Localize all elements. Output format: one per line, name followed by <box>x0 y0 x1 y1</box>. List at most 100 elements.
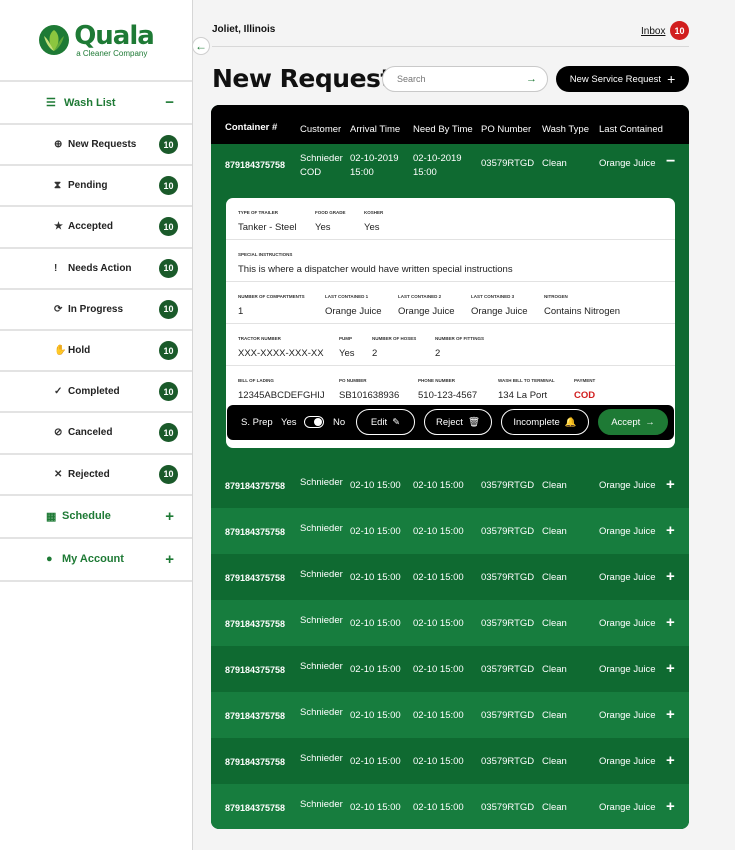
trash-icon: 🗑 <box>467 416 480 428</box>
po-number-value: SB101638936 <box>339 390 400 401</box>
table-row[interactable]: 879184375758 Schnieder 02-10 15:00 02-10 15… <box>211 646 689 692</box>
sidebar-item-rejected[interactable]: ✕ Rejected 10 <box>0 455 192 496</box>
s-prep-toggle[interactable] <box>304 416 324 428</box>
nitrogen-value: Contains Nitrogen <box>544 306 621 317</box>
detail-section-billing: Bill of Lading 12345ABCDEFGHIJ PO Number… <box>226 366 675 408</box>
expand-row-plus-icon[interactable]: + <box>666 568 675 585</box>
collapse-minus-icon[interactable]: − <box>165 94 174 111</box>
expand-row-plus-icon[interactable]: + <box>666 614 675 631</box>
last-contained-cell: Orange Juice <box>599 572 656 583</box>
collapse-row-minus-icon[interactable]: − <box>666 153 675 171</box>
count-badge: 10 <box>159 135 178 155</box>
payment-value: COD <box>574 390 596 401</box>
column-header-wash-type[interactable]: Wash Type <box>542 124 589 135</box>
fittings-value: 2 <box>435 348 441 359</box>
page-title: New Requests <box>212 64 407 93</box>
wash-type-cell: Clean <box>542 526 567 537</box>
compartments-label: Number of Compartments <box>238 294 305 299</box>
expand-row-plus-icon[interactable]: + <box>666 706 675 723</box>
sidebar-item-new-requests[interactable]: ⊕ New Requests 10 <box>0 125 192 167</box>
table-row[interactable]: 879184375758 Schnieder 02-10 15:00 02-10 15… <box>211 738 689 784</box>
search-input[interactable] <box>397 74 526 84</box>
last-contained-cell: Orange Juice <box>599 756 656 767</box>
column-header-container[interactable]: Container # <box>225 122 277 133</box>
s-prep-no-label: No <box>333 417 346 428</box>
need-by-time-cell: 02-10 15:00 <box>413 572 464 583</box>
count-badge: 10 <box>159 217 178 237</box>
inbox-link[interactable]: Inbox <box>641 26 665 37</box>
container-number-cell: 879184375758 <box>225 573 286 583</box>
customer-cell: Schnieder <box>300 477 343 488</box>
phone-number-value: 510-123-4567 <box>418 390 478 401</box>
sidebar-item-needs-action[interactable]: ! Needs Action 10 <box>0 249 192 290</box>
edit-button[interactable]: Edit ✎ <box>356 409 415 435</box>
last-contained-2-value: Orange Juice <box>398 306 455 317</box>
expand-row-plus-icon[interactable]: + <box>666 476 675 493</box>
incomplete-label: Incomplete <box>513 416 560 428</box>
new-service-request-button[interactable]: New Service Request + <box>556 66 689 92</box>
nav-wash-list[interactable]: ☰ Wash List − <box>0 82 192 125</box>
table-row[interactable]: 879184375758 Schnieder 02-10 15:00 02-10 15… <box>211 692 689 738</box>
column-header-need-by[interactable]: Need By Time <box>413 124 473 135</box>
sidebar-item-pending[interactable]: ⧗ Pending 10 <box>0 166 192 208</box>
count-badge: 10 <box>159 464 178 484</box>
table-row[interactable]: 879184375758 Schnieder 02-10 15:00 02-10 15… <box>211 784 689 829</box>
expand-row-plus-icon[interactable]: + <box>666 522 675 539</box>
reject-button[interactable]: Reject 🗑 <box>424 409 492 435</box>
sidebar-item-label: In Progress <box>68 303 124 315</box>
need-by-time-cell: 02-10 15:00 <box>413 480 464 491</box>
hand-icon: ✋ <box>54 345 67 357</box>
accept-button[interactable]: Accept → <box>598 409 668 435</box>
wash-bill-terminal-label: Wash Bill to Terminal <box>498 378 555 383</box>
wash-type-cell: Clean <box>542 572 567 583</box>
kosher-label: Kosher <box>364 210 384 215</box>
arrival-time-cell: 02-10 15:00 <box>350 480 401 491</box>
incomplete-button[interactable]: Incomplete 🔔 <box>501 409 589 435</box>
container-number-cell: 879184375758 <box>225 757 286 767</box>
bill-of-lading-value: 12345ABCDEFGHIJ <box>238 390 325 401</box>
po-number-cell: 03579RTGD <box>481 756 535 767</box>
table-row[interactable]: 879184375758 Schnieder 02-10 15:00 02-10 15… <box>211 508 689 554</box>
expanded-row[interactable]: 879184375758 Schnieder COD 02-10-2019 15… <box>211 144 689 462</box>
table-row[interactable]: 879184375758 Schnieder 02-10 15:00 02-10 15… <box>211 554 689 600</box>
detail-section-trailer: Type of Trailer Tanker - Steel Food Grad… <box>226 198 675 240</box>
expand-plus-icon[interactable]: + <box>165 508 174 525</box>
wash-type-cell: Clean <box>542 756 567 767</box>
last-contained-cell: Orange Juice <box>599 802 656 813</box>
sidebar-item-completed[interactable]: ✓ Completed 10 <box>0 372 192 414</box>
sidebar-item-in-progress[interactable]: ⟳ In Progress 10 <box>0 290 192 331</box>
column-header-arrival[interactable]: Arrival Time <box>350 124 400 135</box>
count-badge: 10 <box>159 176 178 196</box>
expand-row-plus-icon[interactable]: + <box>666 660 675 677</box>
sidebar-item-canceled[interactable]: ⊘ Canceled 10 <box>0 413 192 455</box>
table-row[interactable]: 879184375758 Schnieder 02-10 15:00 02-10 15… <box>211 462 689 508</box>
sidebar-item-hold[interactable]: ✋ Hold 10 <box>0 331 192 373</box>
nav-schedule-label: Schedule <box>62 510 111 523</box>
expand-row-plus-icon[interactable]: + <box>666 798 675 815</box>
table-row[interactable]: 879184375758 Schnieder 02-10 15:00 02-10 15… <box>211 600 689 646</box>
need-by-time-cell: 02-10 15:00 <box>413 756 464 767</box>
column-header-customer[interactable]: Customer <box>300 124 341 135</box>
last-contained-3-value: Orange Juice <box>471 306 528 317</box>
column-header-last-contained[interactable]: Last Contained <box>599 124 663 135</box>
type-of-trailer-value: Tanker - Steel <box>238 222 297 233</box>
new-service-request-label: New Service Request <box>569 73 662 85</box>
nav-my-account[interactable]: ● My Account + <box>0 539 192 582</box>
arrow-right-icon: → <box>645 416 655 428</box>
column-header-po[interactable]: PO Number <box>481 124 531 135</box>
arrival-time-cell: 02-10 15:00 <box>350 572 401 583</box>
sidebar-item-accepted[interactable]: ★ Accepted 10 <box>0 207 192 249</box>
search-submit-arrow-icon[interactable]: → <box>526 73 537 85</box>
customer-cell: Schnieder <box>300 523 343 534</box>
search-box[interactable]: → <box>382 66 548 92</box>
expand-plus-icon[interactable]: + <box>165 551 174 568</box>
inbox-count-badge[interactable]: 10 <box>670 21 689 40</box>
customer-cell: Schnieder <box>300 661 343 672</box>
count-badge: 10 <box>159 382 178 402</box>
wash-type-cell: Clean <box>542 480 567 491</box>
logo[interactable]: Quala a Cleaner Company <box>0 0 192 82</box>
collapse-sidebar-icon[interactable]: ← <box>192 37 210 55</box>
nav-schedule[interactable]: ▦ Schedule + <box>0 496 192 539</box>
po-number-cell: 03579RTGD <box>481 710 535 721</box>
expand-row-plus-icon[interactable]: + <box>666 752 675 769</box>
